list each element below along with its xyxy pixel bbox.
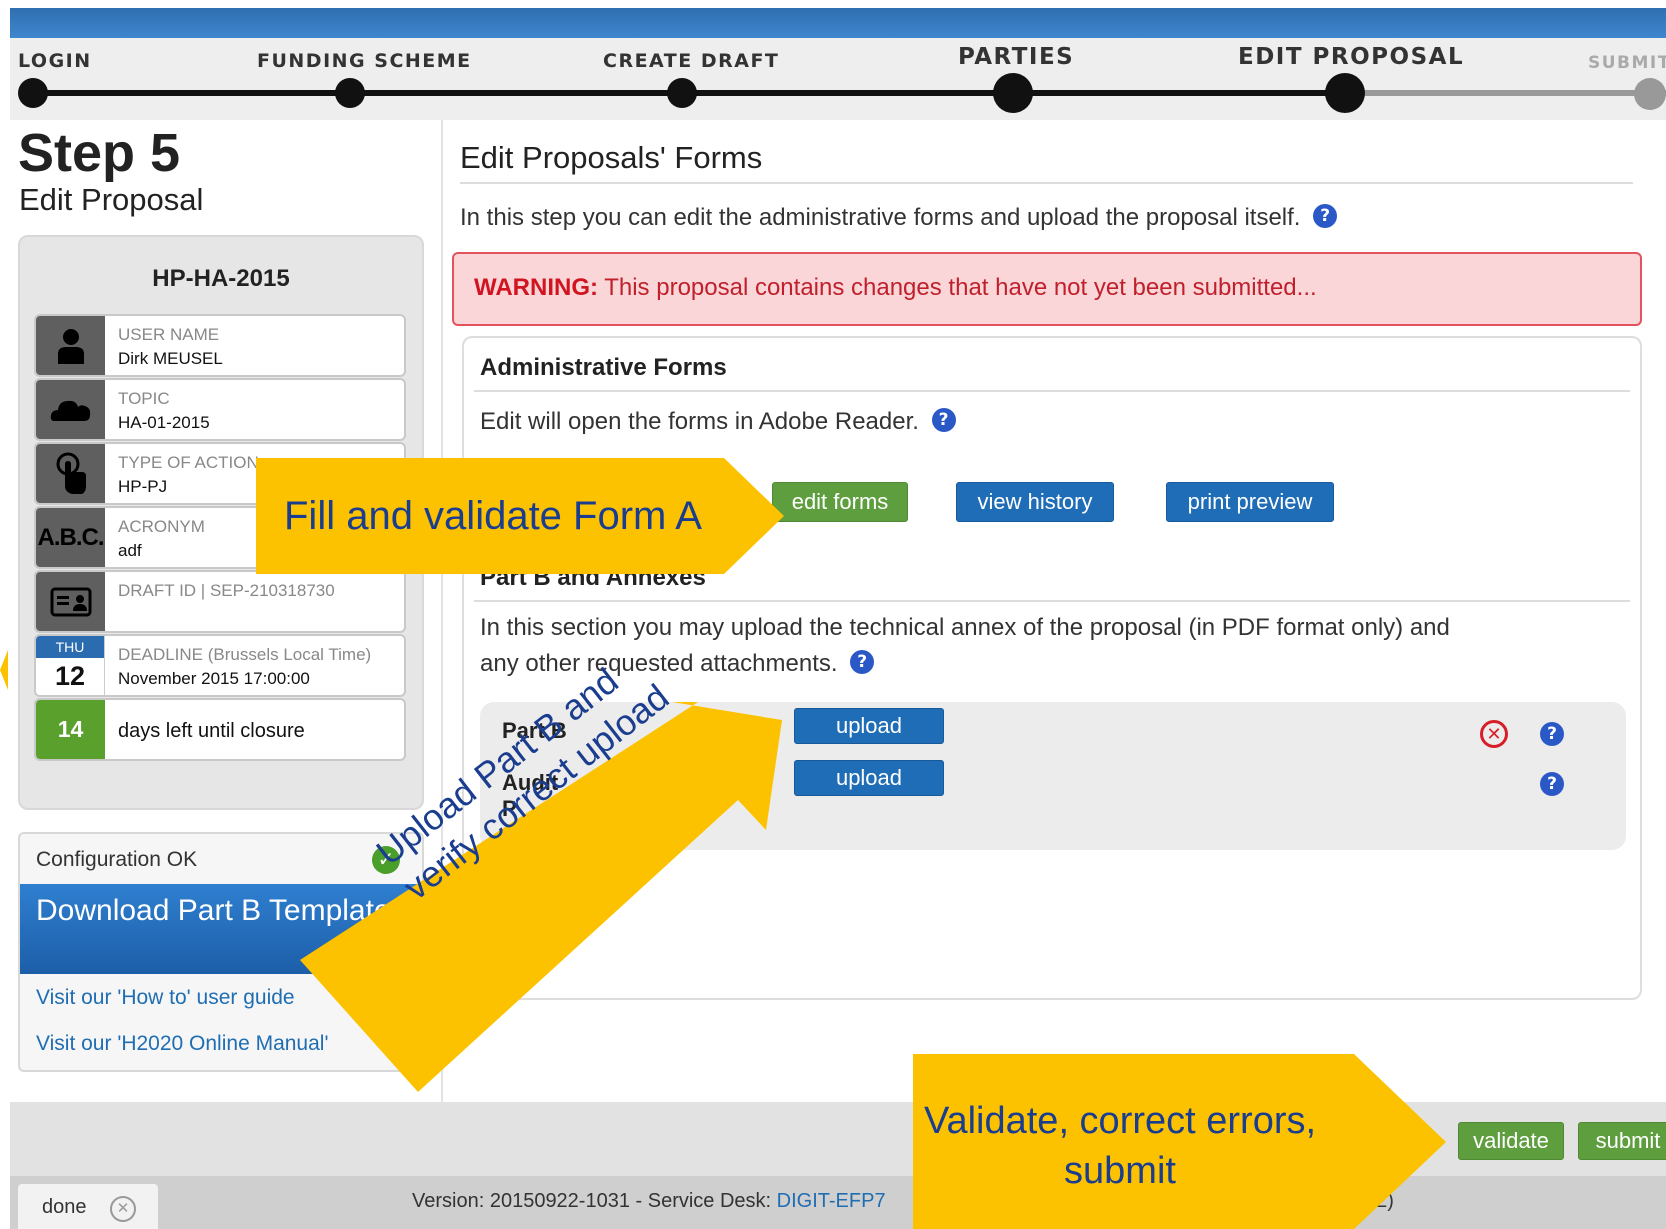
callout-form-a: Fill and validate Form A — [284, 494, 702, 538]
callout-validate-line1: Validate, correct errors, — [923, 1100, 1317, 1142]
callout-validate-line2: submit — [1064, 1150, 1176, 1192]
callout-arrows — [0, 458, 1446, 1229]
app-window: LOGIN FUNDING SCHEME CREATE DRAFT PARTIE… — [0, 0, 1666, 1229]
callout-validate: Validate, correct errors, submit — [920, 1096, 1320, 1196]
callout-edge-fragment — [0, 650, 8, 690]
